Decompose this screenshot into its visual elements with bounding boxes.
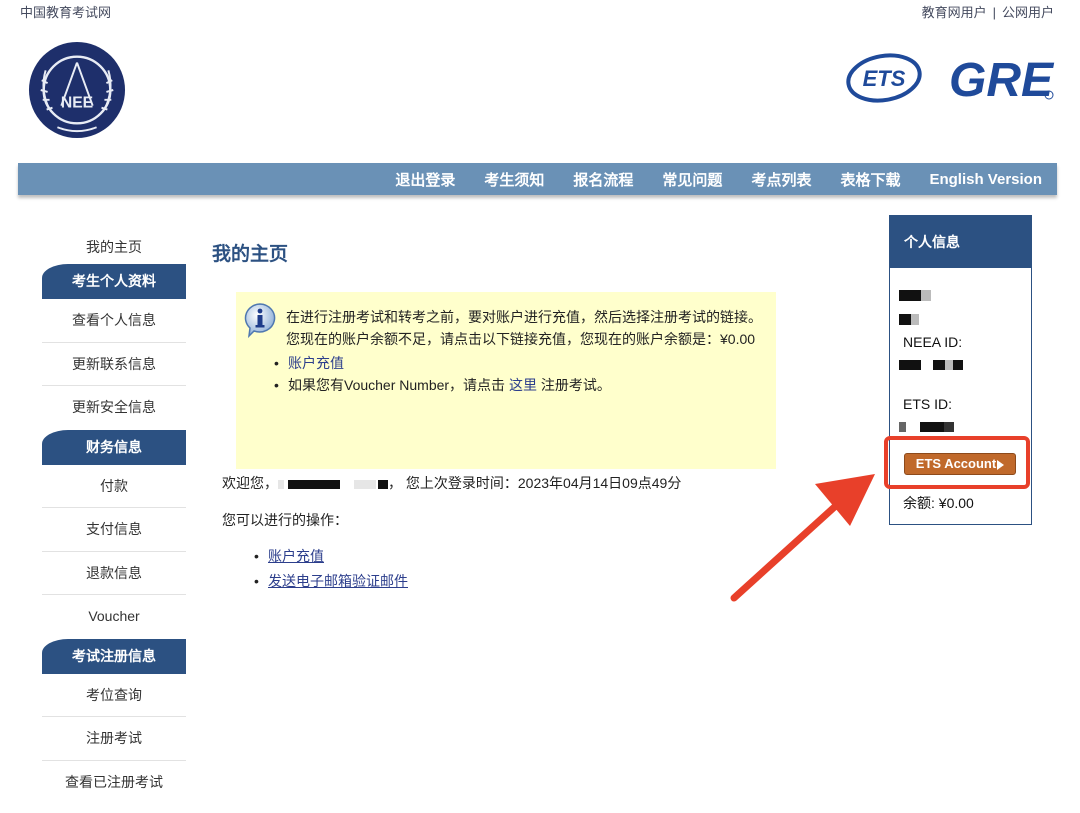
user-type-links: 教育网用户 | 公网用户 xyxy=(922,2,1054,21)
last-login-time: ， 您上次登录时间：2023年04月14日09点49分 xyxy=(388,475,682,491)
voucher-text-suffix: 注册考试。 xyxy=(536,377,611,393)
notice-item-recharge: 账户充值 xyxy=(274,352,766,374)
site-name-link[interactable]: 中国教育考试网 xyxy=(20,2,111,21)
recharge-link[interactable]: 账户充值 xyxy=(288,355,344,371)
notice-item-voucher: 如果您有Voucher Number，请点击 这里 注册考试。 xyxy=(274,374,766,396)
welcome-prefix: 欢迎您， xyxy=(222,475,278,491)
ets-id-label: ETS ID: xyxy=(903,396,953,412)
send-verification-email-link[interactable]: 发送电子邮箱验证邮件 xyxy=(268,573,408,589)
ets-gre-logo: ETS GRE xyxy=(846,53,1055,106)
redacted-ets-id xyxy=(899,418,954,434)
notice-text: 在进行注册考试和转考之前，要对账户进行充值，然后选择注册考试的链接。您现在的账户… xyxy=(286,309,762,347)
sidebar-item-view-profile[interactable]: 查看个人信息 xyxy=(42,299,186,343)
nav-faq[interactable]: 常见问题 xyxy=(662,169,722,190)
redacted-name xyxy=(278,479,284,489)
balance-notice: 在进行注册考试和转考之前，要对账户进行充值，然后选择注册考试的链接。您现在的账户… xyxy=(236,292,776,469)
balance-text: 余额: ¥0.00 xyxy=(903,495,974,511)
sidebar-item-register-test[interactable]: 注册考试 xyxy=(42,717,186,761)
sidebar-section-profile: 考生个人资料 xyxy=(42,264,186,299)
operations-label: 您可以进行的操作： xyxy=(222,512,348,528)
page-title: 我的主页 xyxy=(212,244,289,265)
nav-test-centers[interactable]: 考点列表 xyxy=(751,169,811,190)
public-net-user-link[interactable]: 公网用户 xyxy=(1002,5,1054,20)
sidebar-section-registration: 考试注册信息 xyxy=(42,638,186,674)
redacted-user-name xyxy=(899,286,931,325)
sidebar-item-view-registered[interactable]: 查看已注册考试 xyxy=(42,761,186,805)
sidebar-item-update-security[interactable]: 更新安全信息 xyxy=(42,386,186,430)
operation-item: 账户充值 xyxy=(254,544,408,569)
ets-logo-text: ETS xyxy=(863,66,906,91)
sidebar-item-payment-info[interactable]: 支付信息 xyxy=(42,508,186,552)
notice-list: 账户充值 如果您有Voucher Number，请点击 这里 注册考试。 xyxy=(274,352,766,396)
neea-logo-text: NEE xyxy=(61,95,93,112)
sidebar-section-finance: 财务信息 xyxy=(42,429,186,465)
voucher-text-prefix: 如果您有Voucher Number，请点击 xyxy=(288,377,509,393)
gre-logo-text: GRE xyxy=(949,54,1055,106)
redacted-neea-id xyxy=(899,356,963,372)
profile-title: 个人信息 xyxy=(890,216,1031,268)
sidebar-item-seat-search[interactable]: 考位查询 xyxy=(42,674,186,717)
sidebar-item-voucher[interactable]: Voucher xyxy=(42,595,186,639)
sidebar-item-home[interactable]: 我的主页 xyxy=(42,230,186,264)
sidebar-item-update-contact[interactable]: 更新联系信息 xyxy=(42,343,186,386)
neea-logo[interactable]: NEE xyxy=(28,41,126,139)
operation-item: 发送电子邮箱验证邮件 xyxy=(254,569,408,594)
operations-list: 账户充值 发送电子邮箱验证邮件 xyxy=(254,544,408,594)
separator: | xyxy=(992,5,996,20)
nav-form-download[interactable]: 表格下载 xyxy=(840,169,900,190)
annotation-highlight-box xyxy=(884,436,1030,489)
main-navbar: 退出登录 考生须知 报名流程 常见问题 考点列表 表格下载 English Ve… xyxy=(18,163,1057,195)
recharge-account-link[interactable]: 账户充值 xyxy=(268,548,324,564)
sidebar-item-payment[interactable]: 付款 xyxy=(42,465,186,508)
info-icon xyxy=(244,303,276,338)
nav-candidate-notice[interactable]: 考生须知 xyxy=(484,169,544,190)
welcome-message: 欢迎您， ， 您上次登录时间：2023年04月14日09点49分 xyxy=(222,473,681,493)
annotation-arrow-icon xyxy=(730,474,875,602)
sidebar-item-refund-info[interactable]: 退款信息 xyxy=(42,552,186,595)
sidebar: 我的主页 考生个人资料 查看个人信息 更新联系信息 更新安全信息 财务信息 付款… xyxy=(42,230,186,804)
neea-id-label: NEEA ID: xyxy=(903,334,963,350)
voucher-here-link[interactable]: 这里 xyxy=(509,377,537,393)
nav-english-version[interactable]: English Version xyxy=(929,171,1042,188)
nav-logout[interactable]: 退出登录 xyxy=(395,169,455,190)
nav-registration-process[interactable]: 报名流程 xyxy=(573,169,633,190)
edu-net-user-link[interactable]: 教育网用户 xyxy=(922,5,987,20)
